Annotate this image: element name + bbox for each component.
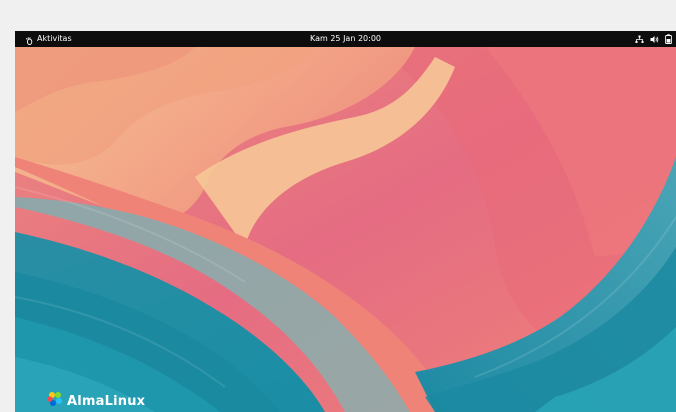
top-bar: Aktivitas Kam 25 Jan 20:00 [15, 31, 676, 47]
activities-button[interactable]: Aktivitas [25, 31, 72, 47]
almalinux-brand: AlmaLinux [47, 391, 145, 411]
desktop-wallpaper [15, 47, 676, 412]
battery-icon [665, 34, 672, 44]
system-tray[interactable] [635, 31, 672, 47]
network-icon [635, 35, 644, 44]
almalinux-logo-icon [47, 391, 63, 411]
clock-label[interactable]: Kam 25 Jan 20:00 [310, 34, 381, 43]
activities-label: Aktivitas [37, 34, 72, 43]
volume-icon [650, 35, 659, 44]
clock: Kam 25 Jan 20:00 [15, 31, 676, 47]
desktop-screen: Aktivitas Kam 25 Jan 20:00 AlmaLinux [15, 31, 676, 412]
gnome-foot-icon [25, 35, 33, 46]
brand-name: AlmaLinux [67, 393, 146, 409]
screenshot-frame: Aktivitas Kam 25 Jan 20:00 AlmaLinux [0, 0, 676, 412]
